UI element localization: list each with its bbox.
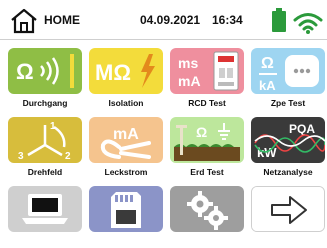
socket-icon <box>285 55 319 87</box>
durchgang-label: Durchgang <box>22 98 68 108</box>
memory-tile[interactable] <box>89 186 163 232</box>
drehfeld-tile[interactable]: 1 2 3 <box>8 117 82 163</box>
megaohm-symbol: MΩ <box>95 60 131 85</box>
ohm-symbol: Ω <box>16 59 34 84</box>
svg-text:Ω: Ω <box>196 124 207 140</box>
battery-icon <box>272 8 286 32</box>
zpe-label: Zpe Test <box>270 98 306 108</box>
erd-tile[interactable]: Ω <box>170 117 244 163</box>
drehfeld-label: Drehfeld <box>27 167 63 177</box>
erd-label: Erd Test <box>190 167 224 177</box>
leckstrom-tile[interactable]: mA <box>89 117 163 163</box>
svg-text:3: 3 <box>18 151 24 162</box>
netzanalyse-tile[interactable]: PQA kW <box>251 117 325 163</box>
zpe-tile[interactable]: Ω kA <box>251 48 325 94</box>
settings-tile[interactable] <box>170 186 244 232</box>
svg-text:mA: mA <box>178 73 201 89</box>
function-grid: Ω Durchgang MΩ Isolation ms mA RCD Test … <box>0 40 327 248</box>
date-display: 04.09.2021 <box>140 13 201 27</box>
svg-text:ms: ms <box>178 55 198 71</box>
svg-text:kA: kA <box>259 78 276 93</box>
home-label[interactable]: HOME <box>44 13 80 27</box>
status-bar: HOME 04.09.2021 16:34 <box>0 0 327 38</box>
svg-text:PQA: PQA <box>289 122 315 136</box>
svg-text:1: 1 <box>50 121 56 132</box>
next-tile[interactable] <box>251 186 325 232</box>
computer-tile[interactable] <box>8 186 82 232</box>
home-icon[interactable] <box>9 8 39 34</box>
svg-text:2: 2 <box>65 151 71 162</box>
durchgang-tile[interactable]: Ω <box>8 48 82 94</box>
time-display: 16:34 <box>212 13 243 27</box>
netzanalyse-label: Netzanalyse <box>263 167 313 177</box>
rcd-label: RCD Test <box>188 98 226 108</box>
svg-text:Ω: Ω <box>261 55 274 72</box>
isolation-label: Isolation <box>108 98 144 108</box>
wifi-icon <box>293 12 323 34</box>
svg-text:mA: mA <box>113 126 139 143</box>
sd-card-icon <box>111 192 141 228</box>
breaker-icon <box>213 51 239 91</box>
laptop-icon <box>22 194 68 224</box>
rcd-tile[interactable]: ms mA <box>170 48 244 94</box>
isolation-tile[interactable]: MΩ <box>89 48 163 94</box>
leckstrom-label: Leckstrom <box>104 167 148 177</box>
